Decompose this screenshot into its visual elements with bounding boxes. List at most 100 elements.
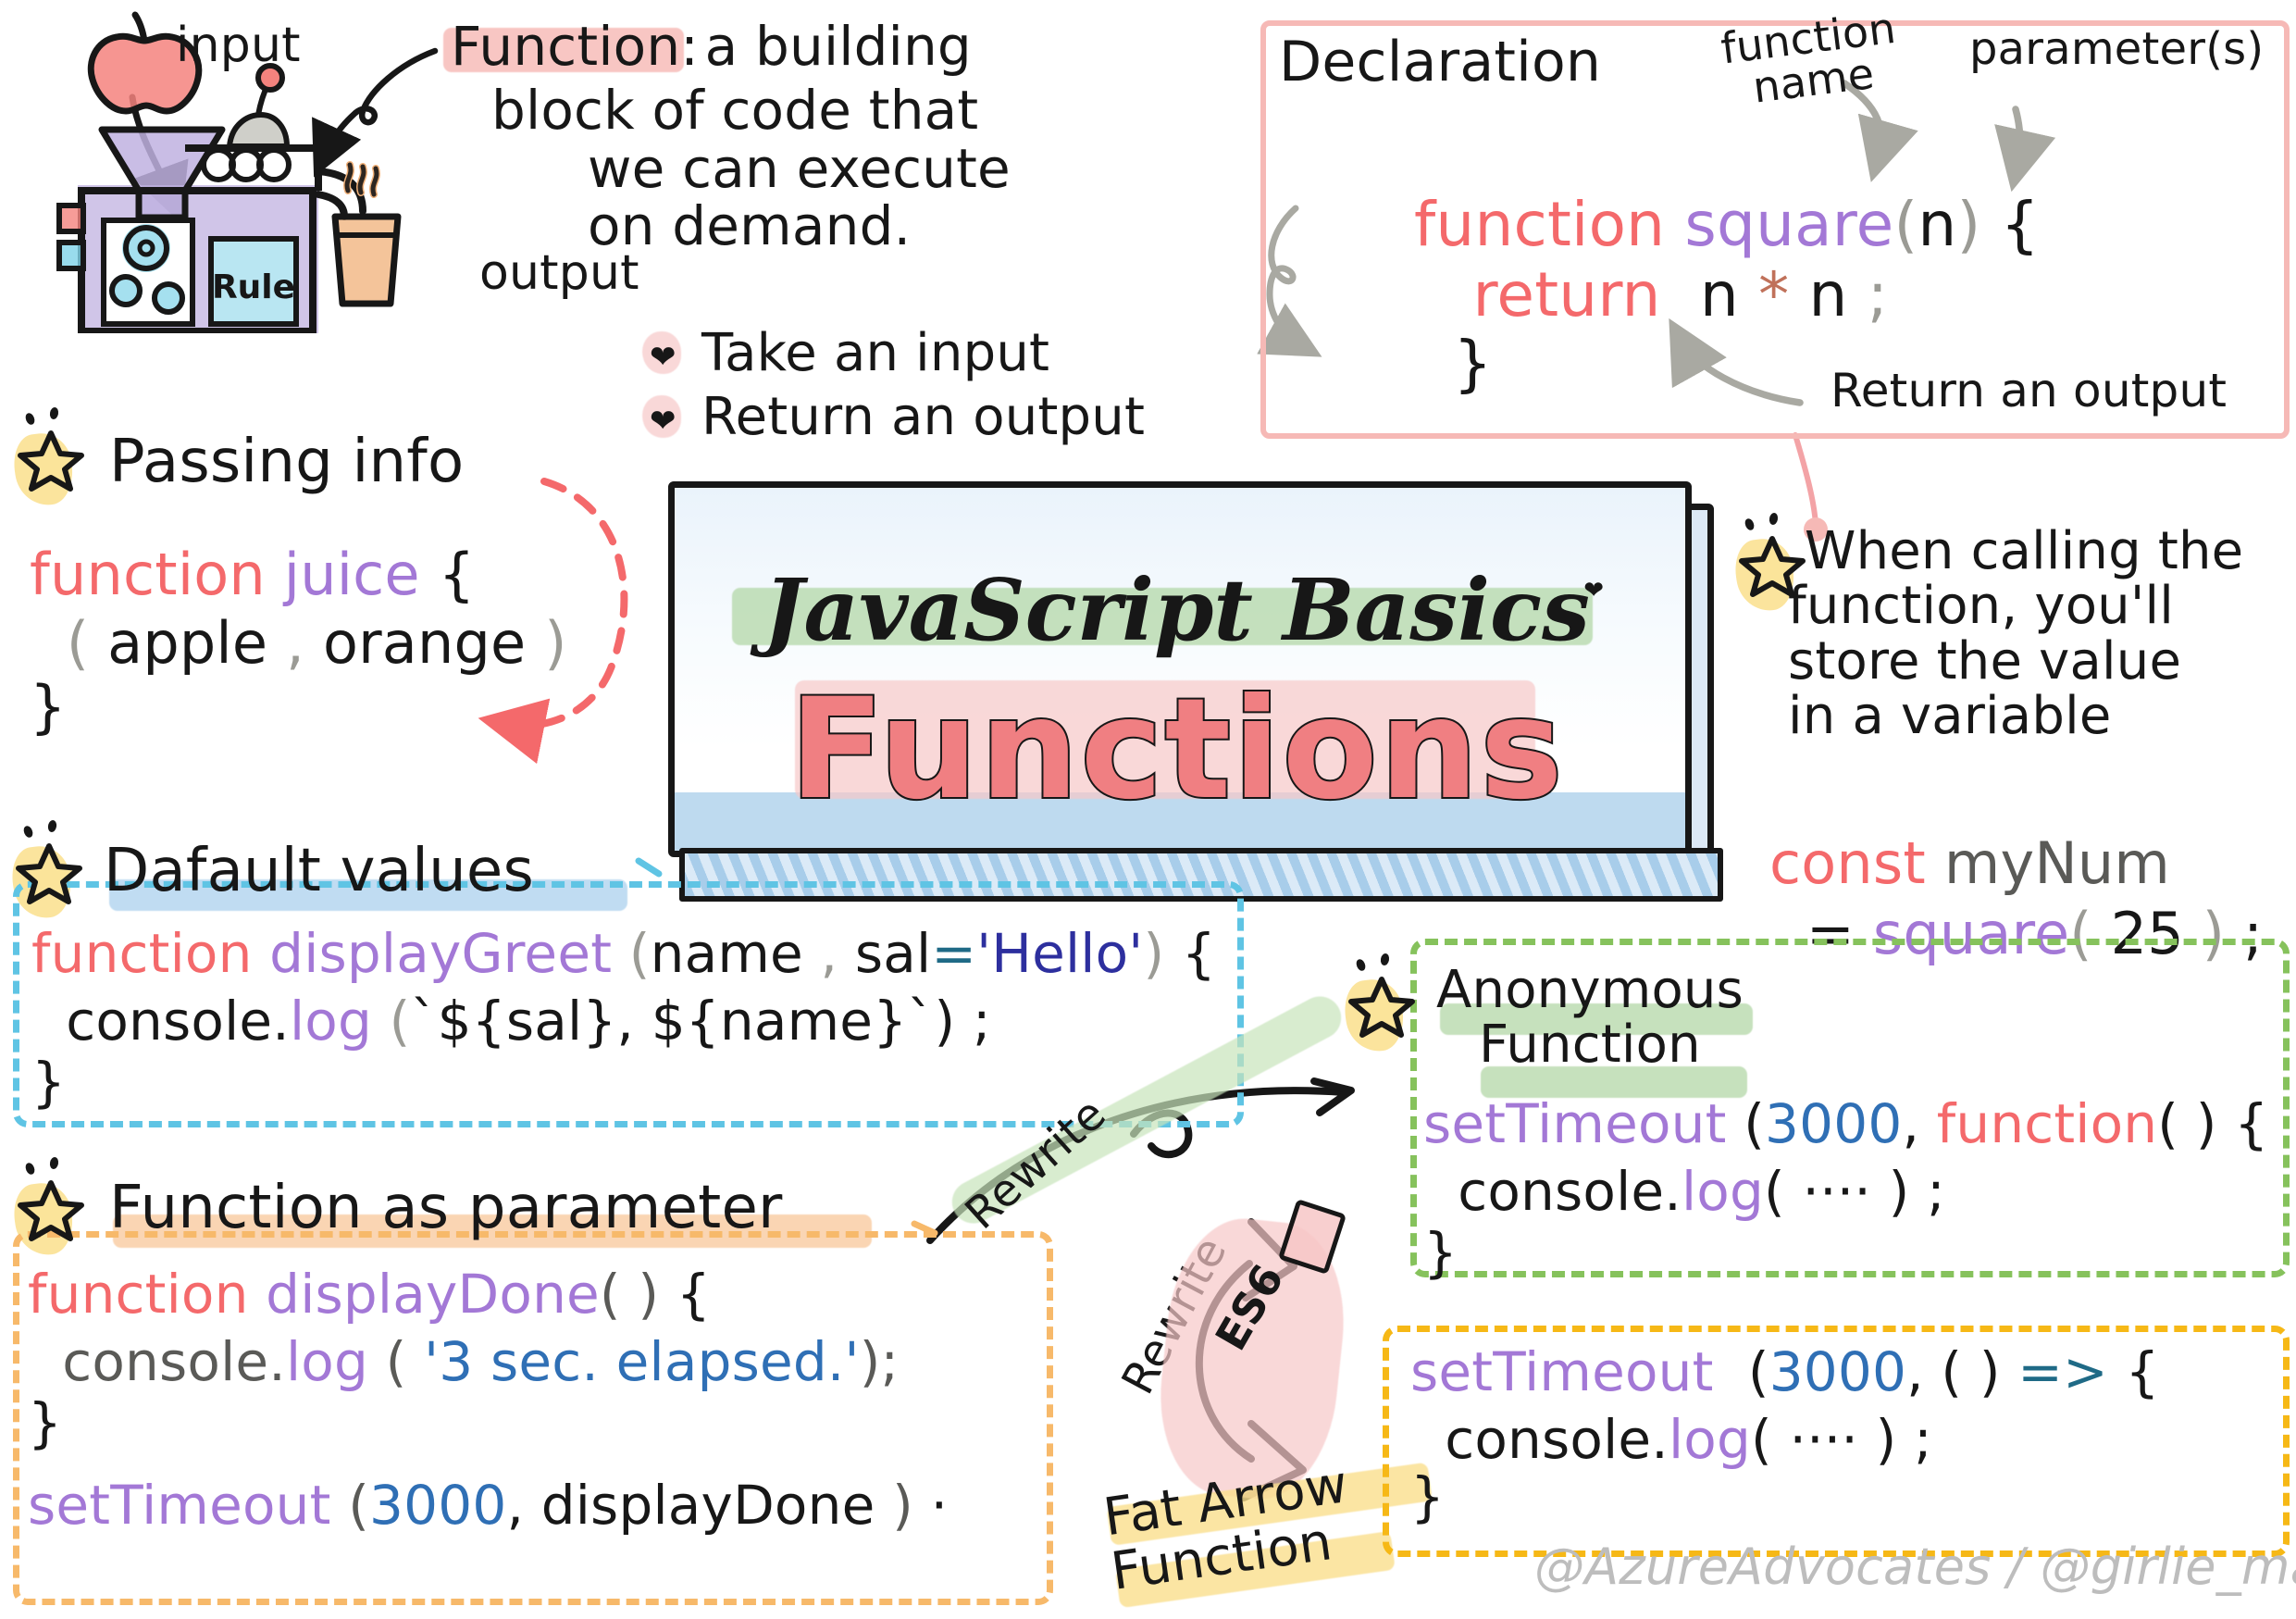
code-token: ( <box>371 990 411 1053</box>
code-token: { <box>419 541 476 608</box>
code-token: sal <box>838 922 932 985</box>
title-card-face: JavaScript Basics Functions ❤ <box>668 481 1692 857</box>
anonymous-heading-line2: Function <box>1479 1015 1701 1076</box>
code-token: ( ···· ) <box>1763 1160 1910 1224</box>
code-token: ( <box>1726 1092 1766 1155</box>
code-line: setTimeout (3000, displayDone ) · <box>28 1477 948 1534</box>
machine-rule-label: Rule <box>212 268 295 306</box>
code-token: { <box>2107 1340 2160 1403</box>
definition-line2: block of code that <box>491 79 979 142</box>
calling-line-4: in a variable <box>1788 686 2112 747</box>
code-line: function displayDone( ) { <box>28 1263 948 1326</box>
function-traits-list: ❤ Take an input ❤ Return an output <box>642 326 1146 448</box>
code-token: } <box>1410 1464 1446 1528</box>
code-token: ; <box>1847 258 1889 330</box>
code-token: } <box>1423 1220 1458 1284</box>
code-token: apple <box>89 608 287 677</box>
code-token: juice <box>283 541 420 608</box>
code-token: , <box>506 1474 525 1538</box>
star-bullet-passing-info <box>9 406 85 509</box>
code-token: ; <box>880 1330 900 1394</box>
code-token: ; <box>1909 1160 1945 1224</box>
declaration-heading: Declaration <box>1279 30 1602 94</box>
code-token: , <box>1902 1092 1937 1155</box>
code-token: ( ···· ) <box>1750 1408 1897 1472</box>
code-token: console. <box>31 990 290 1053</box>
heart-icon: ❤ <box>642 330 685 376</box>
code-token: ) <box>934 990 956 1053</box>
definition-line3: we can execute <box>588 136 1011 200</box>
code-token: ) <box>892 1474 913 1538</box>
code-line: function square(n) { <box>1414 193 2040 257</box>
code-token: ( <box>330 1474 370 1538</box>
code-token: ( <box>367 1330 407 1394</box>
code-token: setTimeout <box>28 1474 331 1538</box>
code-token: name <box>650 922 821 985</box>
code-token: ) <box>1956 189 1981 260</box>
code-token: ; <box>1896 1408 1932 1472</box>
title-card-subtitle: JavaScript Basics <box>763 560 1590 660</box>
code-token: ( <box>1893 189 1918 260</box>
code-token: 3000 <box>369 1474 507 1538</box>
code-token: ) <box>1143 922 1165 985</box>
code-token: console. <box>28 1330 286 1394</box>
annotation-function-name: function name <box>1719 3 1903 113</box>
code-token: console. <box>1410 1408 1669 1472</box>
code-token: ( ) <box>599 1263 660 1326</box>
code-token: * <box>1758 258 1790 330</box>
title-card: JavaScript Basics Functions ❤ <box>668 481 1723 902</box>
code-token: ( <box>612 922 651 985</box>
title-card-title: Functions <box>788 667 1565 832</box>
definition-keyword: Function: <box>451 15 700 78</box>
definition-line4: on demand. <box>588 194 912 258</box>
code-token: ( <box>1713 1340 1769 1403</box>
code-line: } <box>28 1394 948 1451</box>
code-token: n <box>1917 189 1957 260</box>
annotation-parameters: parameter(s) <box>1969 23 2265 75</box>
juice-glass-icon <box>331 161 402 307</box>
trait-return-output: Return an output <box>701 387 1146 448</box>
code-token: displayGreet <box>269 922 613 985</box>
code-token: } <box>1414 327 1493 399</box>
annotation-return-output: Return an output <box>1831 364 2228 417</box>
code-token: } <box>30 673 67 741</box>
function-as-parameter-heading-wrap: Function as parameter <box>109 1177 872 1248</box>
code-token: displayDone <box>524 1474 893 1538</box>
code-token: 'Hello' <box>976 922 1144 985</box>
code-token: function <box>28 1263 249 1326</box>
code-line: } <box>31 1053 1216 1111</box>
anonymous-code: setTimeout (3000, function( ) { console.… <box>1423 1095 2268 1284</box>
code-token: , <box>286 608 305 677</box>
code-token: ; <box>955 990 991 1053</box>
code-token: , ( ) <box>1906 1340 2018 1403</box>
code-token: = <box>931 922 977 985</box>
code-token: setTimeout <box>1410 1340 1714 1403</box>
code-token: console. <box>1423 1160 1682 1224</box>
passing-info-heading: Passing info <box>109 428 465 496</box>
code-line: function juice { <box>30 544 567 605</box>
code-token: function <box>1414 189 1666 260</box>
input-label: input <box>176 18 301 73</box>
code-token: n <box>1789 258 1848 330</box>
code-token: setTimeout <box>1423 1092 1727 1155</box>
code-token: 3000 <box>1765 1092 1903 1155</box>
passing-info-code: function juice { ( apple , orange ) } <box>30 544 567 738</box>
code-line: console.log ( '3 sec. elapsed.'); <box>28 1334 948 1390</box>
star-bullet-function-as-parameter <box>9 1156 85 1259</box>
definition-line1-rest: a building <box>688 15 972 78</box>
code-token: '3 sec. elapsed.' <box>406 1330 860 1394</box>
code-line: setTimeout (3000, ( ) => { <box>1410 1343 2160 1401</box>
fat-arrow-code: setTimeout (3000, ( ) => { console.log( … <box>1410 1343 2160 1528</box>
function-machine-icon: Rule <box>56 63 366 335</box>
calling-line-1: When calling the <box>1805 521 2244 581</box>
definition-block: Function: a building block of code that … <box>443 15 1024 258</box>
code-token: { <box>1164 922 1217 985</box>
code-token: ) <box>544 608 567 677</box>
heart-icon: ❤ <box>1583 577 1604 604</box>
code-line: return n * n ; <box>1414 262 2040 328</box>
code-line: console.log( ···· ) ; <box>1423 1164 2268 1220</box>
code-token: log <box>1681 1160 1764 1224</box>
star-bullet-anonymous <box>1340 953 1416 1055</box>
